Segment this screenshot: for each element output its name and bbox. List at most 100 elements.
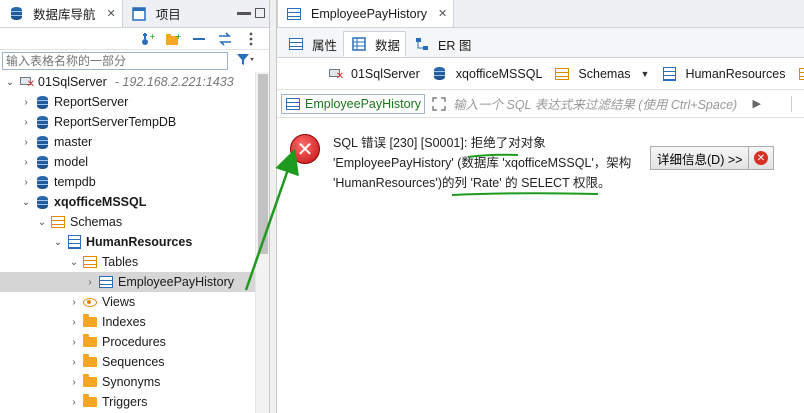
apply-filter-icon[interactable]: ▶: [753, 97, 761, 110]
breadcrumb-database[interactable]: xqofficeMSSQL: [430, 66, 542, 82]
folder-icon: [82, 354, 98, 370]
tree-node-tables[interactable]: ⌄ Tables: [0, 252, 256, 272]
folder-icon: [82, 374, 98, 390]
database-icon: [34, 114, 50, 130]
subtab-label: ER 图: [438, 38, 472, 53]
maximize-icon[interactable]: [255, 8, 265, 18]
expand-arrow-icon[interactable]: ›: [68, 297, 80, 308]
folder-icon: [554, 66, 570, 82]
new-folder-icon[interactable]: +: [165, 31, 181, 47]
expand-arrow-icon[interactable]: ›: [20, 137, 32, 148]
tab-employeepayhistory[interactable]: EmployeePayHistory ✕: [277, 0, 455, 27]
breadcrumb-schema[interactable]: HumanResources: [659, 66, 786, 82]
tree-node-label: Tables: [102, 255, 139, 269]
expand-arrow-icon[interactable]: ›: [68, 377, 80, 388]
expand-arrow-icon[interactable]: ›: [68, 337, 80, 348]
expand-arrow-icon[interactable]: ›: [20, 97, 32, 108]
tree-node-views[interactable]: › Views: [0, 292, 256, 312]
schema-icon: [661, 66, 677, 82]
tree-node-reportserver[interactable]: › ReportServer: [0, 92, 256, 112]
tree-node-tempdb[interactable]: › tempdb: [0, 172, 256, 192]
data-grid-icon: [351, 36, 367, 52]
error-message: SQL 错误 [230] [S0001]: 拒绝了对对象 'EmployeePa…: [333, 133, 653, 193]
expand-arrow-icon[interactable]: ›: [84, 277, 96, 288]
object-selector[interactable]: EmployeePayHistory: [281, 93, 426, 114]
breadcrumb-more[interactable]: [796, 66, 804, 82]
collapse-all-icon[interactable]: [191, 31, 207, 47]
details-button[interactable]: 详细信息(D) >>: [650, 146, 750, 170]
expand-arrow-icon[interactable]: ⌄: [36, 217, 48, 228]
expand-arrow-icon[interactable]: ›: [20, 177, 32, 188]
expand-arrow-icon[interactable]: ›: [68, 357, 80, 368]
minimize-icon[interactable]: [237, 12, 251, 15]
database-icon: [432, 66, 448, 82]
tree-node-label: ReportServer: [54, 95, 129, 109]
expand-arrow-icon[interactable]: ›: [20, 117, 32, 128]
tab-database-navigator[interactable]: 数据库导航 ✕: [0, 0, 123, 27]
tree-node-label: Indexes: [102, 315, 146, 329]
subtab-er-diagram[interactable]: ER 图: [406, 31, 477, 57]
expand-arrow-icon[interactable]: ⌄: [20, 197, 32, 208]
tree-node-employeepayhistory[interactable]: › EmployeePayHistory: [0, 272, 256, 292]
tree-scrollbar[interactable]: [255, 72, 269, 413]
tree-node-label: Synonyms: [102, 375, 161, 389]
breadcrumb-connection[interactable]: ✕ 01SqlServer: [325, 66, 420, 82]
expand-arrow-icon[interactable]: ›: [20, 157, 32, 168]
tree-node-humanresources[interactable]: ⌄ HumanResources: [0, 232, 256, 252]
subtab-label: 数据: [375, 38, 401, 53]
tree-node-reportservertempdb[interactable]: › ReportServerTempDB: [0, 112, 256, 132]
close-icon: ✕: [754, 151, 768, 165]
dismiss-error-button[interactable]: ✕: [748, 146, 774, 170]
folder-icon: [798, 66, 804, 82]
table-filter-input[interactable]: [2, 52, 228, 70]
view-menu-icon[interactable]: [243, 31, 259, 47]
subtab-data[interactable]: 数据: [343, 31, 407, 57]
breadcrumb-label: HumanResources: [685, 66, 786, 81]
expand-arrow-icon[interactable]: ⌄: [52, 237, 64, 248]
navigator-tabbar: 数据库导航 ✕ 项目: [0, 0, 269, 28]
expand-arrow-icon[interactable]: ›: [68, 317, 80, 328]
tab-projects[interactable]: 项目: [123, 0, 187, 27]
tree-node-schemas[interactable]: ⌄ Schemas: [0, 212, 256, 232]
sql-filter-input[interactable]: 输入一个 SQL 表达式来过滤结果 (使用 Ctrl+Space): [453, 94, 737, 113]
table-icon: [286, 6, 302, 22]
tree-node-sequences[interactable]: › Sequences: [0, 352, 256, 372]
tree-node-label: HumanResources: [86, 235, 193, 249]
chevron-down-icon[interactable]: ▼: [641, 69, 650, 79]
navigator-tree: ⌄ ✕ 01SqlServer - 192.168.2.221:1433 › R…: [0, 72, 256, 412]
scrollbar-thumb[interactable]: [258, 74, 268, 254]
tree-node-indexes[interactable]: › Indexes: [0, 312, 256, 332]
expand-filter-icon[interactable]: [431, 96, 447, 112]
tree-node-synonyms[interactable]: › Synonyms: [0, 372, 256, 392]
error-line: 'EmployeePayHistory' (数据库 'xqofficeMSSQL…: [333, 156, 632, 170]
expand-arrow-icon[interactable]: ›: [68, 397, 80, 408]
breadcrumb-label: 01SqlServer: [351, 66, 420, 81]
er-diagram-icon: [414, 36, 430, 52]
expand-arrow-icon[interactable]: ⌄: [4, 77, 16, 88]
database-icon: [34, 134, 50, 150]
filter-funnel-icon[interactable]: [236, 53, 254, 70]
database-icon: [34, 174, 50, 190]
expand-arrow-icon[interactable]: ⌄: [68, 257, 80, 268]
close-icon[interactable]: ✕: [107, 7, 116, 20]
tree-node-procedures[interactable]: › Procedures: [0, 332, 256, 352]
breadcrumb-schemas[interactable]: Schemas ▼: [552, 66, 649, 82]
table-icon: [98, 274, 114, 290]
subtab-label: 属性: [312, 38, 338, 53]
subtab-properties[interactable]: 属性: [280, 31, 343, 57]
link-editor-icon[interactable]: [217, 31, 233, 47]
tree-node-xqofficemssql[interactable]: ⌄ xqofficeMSSQL: [0, 192, 256, 212]
folder-icon: [50, 214, 66, 230]
tree-node-01sqlserver[interactable]: ⌄ ✕ 01SqlServer - 192.168.2.221:1433: [0, 72, 256, 92]
close-icon[interactable]: ✕: [438, 7, 447, 20]
svg-text:+: +: [149, 32, 155, 41]
tree-node-triggers[interactable]: › Triggers: [0, 392, 256, 412]
properties-icon: [288, 36, 304, 52]
tree-node-label: ReportServerTempDB: [54, 115, 177, 129]
tree-node-master[interactable]: › master: [0, 132, 256, 152]
sql-filter-bar: EmployeePayHistory 输入一个 SQL 表达式来过滤结果 (使用…: [277, 90, 804, 118]
database-icon: [34, 154, 50, 170]
tree-node-label: 01SqlServer: [38, 75, 107, 89]
tree-node-model[interactable]: › model: [0, 152, 256, 172]
new-connection-icon[interactable]: +: [139, 31, 155, 47]
